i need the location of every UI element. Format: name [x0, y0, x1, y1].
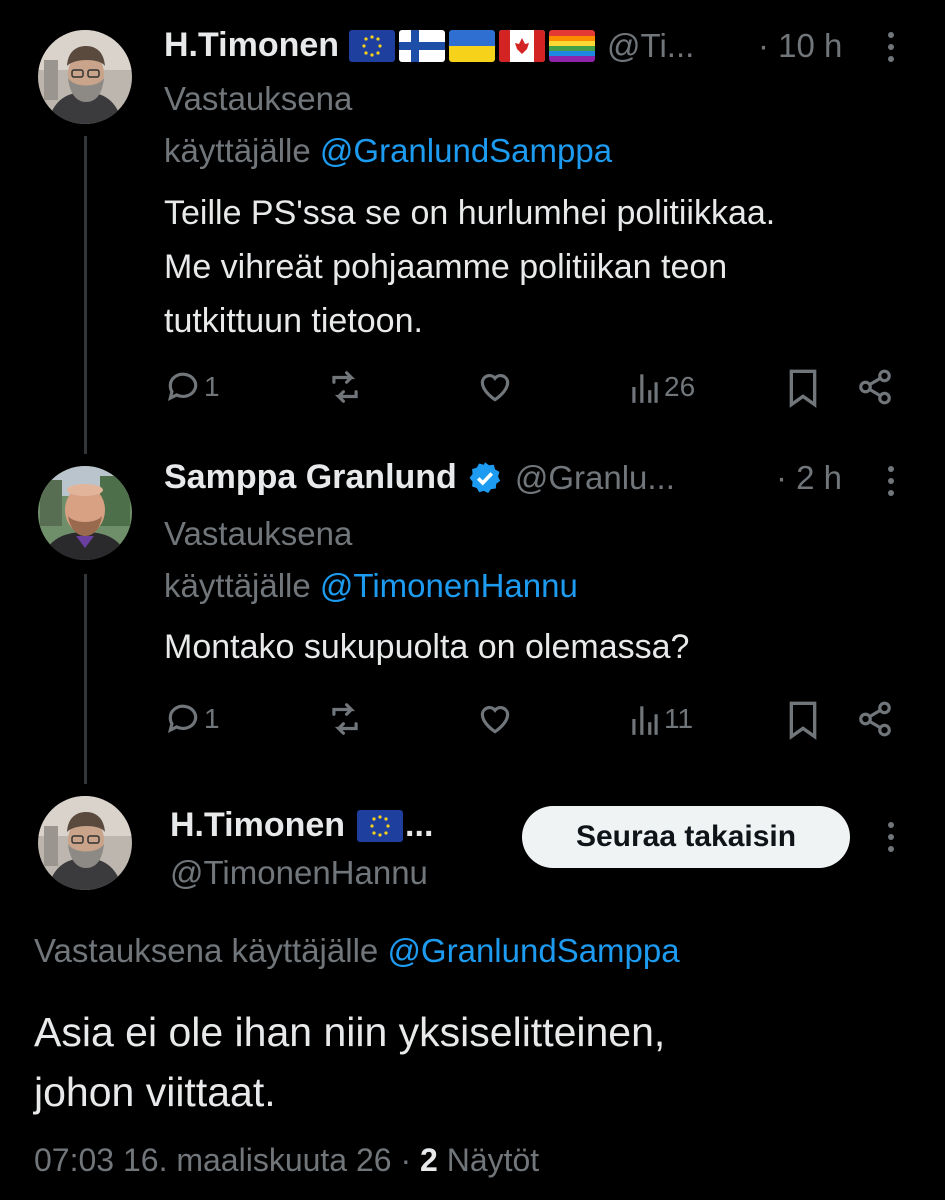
tweet-metadata: 07:03 16. maaliskuuta 26 · 2 Näytöt [34, 1142, 539, 1179]
bookmark-icon [789, 369, 817, 408]
share-button[interactable] [856, 700, 894, 738]
views-button[interactable]: 11 [630, 700, 693, 738]
mention-link[interactable]: @GranlundSamppa [387, 932, 679, 969]
display-name[interactable]: Samppa Granlund [164, 458, 457, 497]
reply-to-prefix: käyttäjälle [164, 132, 311, 169]
ukraine-flag-icon [449, 29, 496, 62]
reply-context: käyttäjälle @TimonenHannu [164, 567, 578, 605]
views-button[interactable]: 26 [630, 368, 695, 406]
finland-flag-icon [399, 29, 446, 62]
canada-flag-icon [499, 29, 546, 62]
views-label: Näytöt [446, 1142, 540, 1178]
thread-line [84, 136, 87, 454]
mention-link[interactable]: @TimonenHannu [320, 567, 578, 604]
reply-context-prefix: Vastauksena [164, 515, 353, 552]
reply-to-prefix: Vastauksena käyttäjälle [34, 932, 379, 969]
more-options-icon[interactable] [886, 822, 896, 858]
reply-context: käyttäjälle @GranlundSamppa [164, 132, 612, 170]
heart-icon [480, 374, 510, 402]
views-count: 11 [664, 703, 694, 734]
repost-icon [332, 371, 358, 403]
share-icon [859, 701, 891, 737]
reply-count: 1 [204, 371, 220, 402]
reply-context-prefix: Vastauksena [164, 80, 353, 117]
share-icon [859, 369, 891, 405]
handle[interactable]: @Granlu... [515, 459, 675, 497]
views-icon [632, 374, 658, 403]
more-options-icon[interactable] [886, 466, 896, 502]
timestamp[interactable]: · 10 h [758, 27, 842, 65]
reply-to-prefix: käyttäjälle [164, 567, 311, 604]
reply-count: 1 [204, 703, 220, 734]
thread-line [84, 574, 87, 784]
share-button[interactable] [856, 368, 894, 406]
repost-button[interactable] [326, 700, 364, 738]
tweet-text-line: Montako sukupuolta on olemassa? [164, 628, 690, 666]
name-truncation: ... [405, 806, 434, 844]
timestamp[interactable]: · 2 h [776, 459, 842, 497]
views-icon [632, 706, 658, 735]
separator: · [400, 1142, 412, 1178]
like-button[interactable] [476, 700, 514, 738]
tweet-text: Asia ei ole ihan niin yksiselitteinen, j… [34, 1002, 665, 1122]
like-button[interactable] [476, 368, 514, 406]
reply-button[interactable]: 1 [164, 368, 220, 406]
eu-flag-icon [349, 29, 396, 62]
flag-emojis [349, 29, 596, 62]
bookmark-button[interactable] [786, 700, 820, 740]
bookmark-button[interactable] [786, 368, 820, 408]
display-name[interactable]: H.Timonen [170, 806, 345, 845]
rainbow-flag-icon [549, 29, 596, 62]
more-options-icon[interactable] [886, 32, 896, 68]
bookmark-icon [789, 701, 817, 740]
handle[interactable]: @Ti... [607, 27, 694, 65]
tweet-text-line: Asia ei ole ihan niin yksiselitteinen, [34, 1009, 666, 1055]
heart-icon [480, 706, 510, 734]
tweet-header: H.Timonen @Ti... [164, 26, 694, 65]
repost-icon [332, 703, 358, 735]
display-name[interactable]: H.Timonen [164, 26, 339, 65]
tweet-header: H.Timonen ... [170, 806, 433, 845]
tweet-text-line: Me vihreät pohjaamme politiikan teon [164, 248, 728, 286]
tweet-text-line: tutkittuun tietoon. [164, 302, 423, 340]
eu-flag-icon [357, 809, 404, 842]
avatar[interactable] [38, 796, 132, 890]
reply-context: Vastauksena käyttäjälle @GranlundSamppa [34, 932, 680, 970]
follow-back-button[interactable]: Seuraa takaisin [522, 806, 850, 868]
tweet-text: Teille PS'ssa se on hurlumhei politiikka… [164, 186, 775, 348]
tweet-header: Samppa Granlund @Granlu... [164, 458, 675, 497]
views-count: 26 [664, 371, 696, 402]
tweet-text-line: Teille PS'ssa se on hurlumhei politiikka… [164, 194, 776, 232]
reply-icon [167, 372, 198, 402]
mention-link[interactable]: @GranlundSamppa [320, 132, 612, 169]
handle[interactable]: @TimonenHannu [170, 854, 428, 892]
avatar[interactable] [38, 466, 132, 560]
avatar[interactable] [38, 30, 132, 124]
post-timestamp[interactable]: 07:03 16. maaliskuuta 26 [34, 1142, 392, 1178]
tweet-text-line: johon viittaat. [34, 1069, 276, 1115]
reply-icon [167, 704, 198, 734]
repost-button[interactable] [326, 368, 364, 406]
tweet-text: Montako sukupuolta on olemassa? [164, 620, 689, 674]
views-count: 2 [420, 1142, 438, 1178]
verified-badge-icon [469, 461, 500, 493]
reply-button[interactable]: 1 [164, 700, 220, 738]
